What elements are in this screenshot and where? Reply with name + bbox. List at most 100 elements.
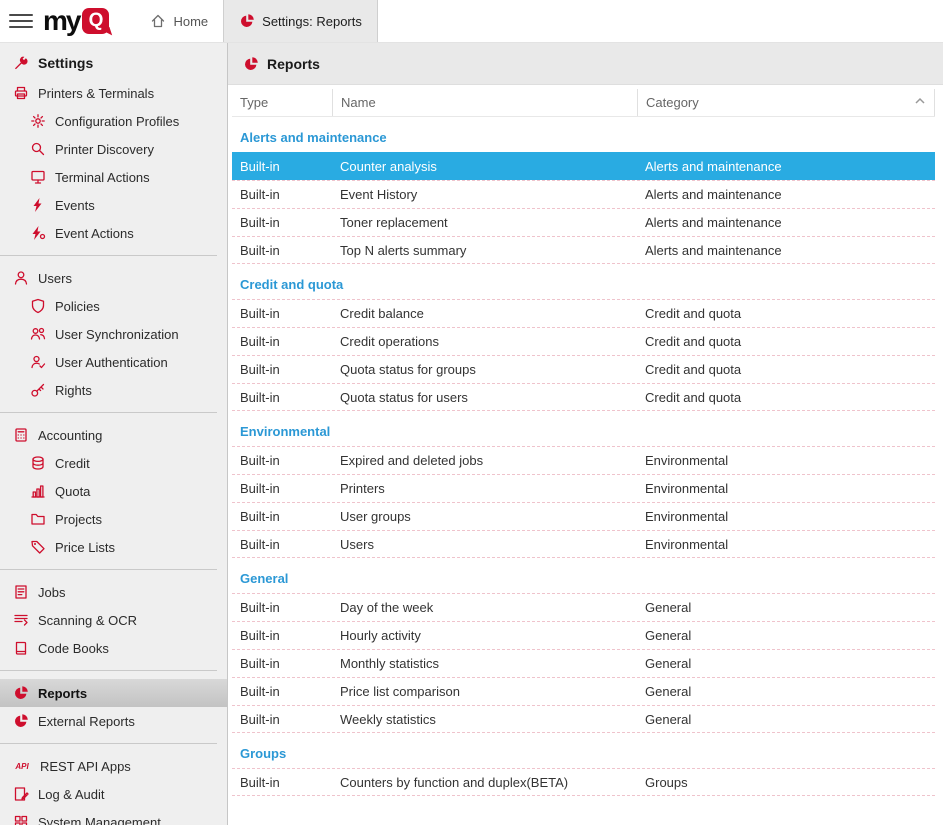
cell-category: Credit and quota <box>637 390 935 405</box>
sidebar-item-printers-terminals[interactable]: Printers & Terminals <box>0 79 227 107</box>
table-row[interactable]: Built-in Users Environmental <box>232 530 935 558</box>
table-row[interactable]: Built-in Day of the week General <box>232 593 935 621</box>
cell-type: Built-in <box>232 215 332 230</box>
folder-icon <box>30 511 46 527</box>
sidebar-item-accounting[interactable]: Accounting <box>0 421 227 449</box>
page-title: Reports <box>267 56 320 72</box>
group-header: Credit and quota <box>232 264 935 299</box>
sidebar-item-code-books[interactable]: Code Books <box>0 634 227 662</box>
reports-pie-icon <box>239 13 255 29</box>
cell-type: Built-in <box>232 628 332 643</box>
sidebar-item-scanning-ocr[interactable]: Scanning & OCR <box>0 606 227 634</box>
table-row[interactable]: Built-in Quota status for users Credit a… <box>232 383 935 411</box>
lightning-action-icon <box>30 225 46 241</box>
column-header-type[interactable]: Type <box>232 89 332 116</box>
cell-category: Groups <box>637 775 935 790</box>
cell-type: Built-in <box>232 390 332 405</box>
myq-logo[interactable]: my Q <box>43 0 109 42</box>
table-row[interactable]: Built-in Quota status for groups Credit … <box>232 355 935 383</box>
sidebar-divider <box>0 255 217 256</box>
book-icon <box>13 640 29 656</box>
sidebar-item-system-management[interactable]: System Management <box>0 808 227 825</box>
table-row[interactable]: Built-in Credit balance Credit and quota <box>232 299 935 327</box>
sidebar-item-printer-discovery[interactable]: Printer Discovery <box>0 135 227 163</box>
table-row[interactable]: Built-in Event History Alerts and mainte… <box>232 180 935 208</box>
sidebar-divider <box>0 743 217 744</box>
sidebar-item-configuration-profiles[interactable]: Configuration Profiles <box>0 107 227 135</box>
document-icon <box>13 584 29 600</box>
sidebar-item-log-audit[interactable]: Log & Audit <box>0 780 227 808</box>
sidebar-item-user-synchronization[interactable]: User Synchronization <box>0 320 227 348</box>
sidebar-item-projects[interactable]: Projects <box>0 505 227 533</box>
sidebar-item-rest-api-apps[interactable]: API REST API Apps <box>0 752 227 780</box>
cell-category: General <box>637 684 935 699</box>
table-row[interactable]: Built-in Weekly statistics General <box>232 705 935 733</box>
table-row[interactable]: Built-in Toner replacement Alerts and ma… <box>232 208 935 236</box>
cell-category: Environmental <box>637 481 935 496</box>
table-row[interactable]: Built-in Top N alerts summary Alerts and… <box>232 236 935 264</box>
cell-category: Alerts and maintenance <box>637 187 935 202</box>
cell-type: Built-in <box>232 243 332 258</box>
table-row[interactable]: Built-in Credit operations Credit and qu… <box>232 327 935 355</box>
sidebar-item-price-lists[interactable]: Price Lists <box>0 533 227 561</box>
grid-icon <box>13 814 29 825</box>
table-row[interactable]: Built-in Printers Environmental <box>232 474 935 502</box>
cell-category: Environmental <box>637 509 935 524</box>
cell-category: Alerts and maintenance <box>637 215 935 230</box>
cell-name: Day of the week <box>332 600 637 615</box>
column-header-category[interactable]: Category <box>637 89 935 116</box>
sidebar-item-user-authentication[interactable]: User Authentication <box>0 348 227 376</box>
sidebar-item-external-reports[interactable]: External Reports <box>0 707 227 735</box>
users-sync-icon <box>30 326 46 342</box>
cell-category: General <box>637 712 935 727</box>
cell-type: Built-in <box>232 509 332 524</box>
top-bar: my Q Home Settings: Reports <box>0 0 943 43</box>
sidebar-divider <box>0 412 217 413</box>
cell-category: Alerts and maintenance <box>637 243 935 258</box>
terminal-icon <box>30 169 46 185</box>
cell-type: Built-in <box>232 306 332 321</box>
sidebar-item-reports[interactable]: Reports <box>0 679 227 707</box>
sidebar-item-users[interactable]: Users <box>0 264 227 292</box>
table-row[interactable]: Built-in User groups Environmental <box>232 502 935 530</box>
sidebar-item-event-actions[interactable]: Event Actions <box>0 219 227 247</box>
hamburger-menu-icon[interactable] <box>9 0 33 42</box>
home-icon <box>150 13 166 29</box>
sidebar-item-policies[interactable]: Policies <box>0 292 227 320</box>
cell-name: Price list comparison <box>332 684 637 699</box>
table-row[interactable]: Built-in Counters by function and duplex… <box>232 768 935 796</box>
group-header: Alerts and maintenance <box>232 117 935 152</box>
sort-ascending-icon[interactable] <box>914 95 926 110</box>
sidebar-item-quota[interactable]: Quota <box>0 477 227 505</box>
table-row[interactable]: Built-in Expired and deleted jobs Enviro… <box>232 446 935 474</box>
reports-pie-icon <box>13 685 29 701</box>
table-row[interactable]: Built-in Monthly statistics General <box>232 649 935 677</box>
reports-pie-icon <box>243 56 259 72</box>
table-row[interactable]: Built-in Counter analysis Alerts and mai… <box>232 152 935 180</box>
table-row[interactable]: Built-in Price list comparison General <box>232 677 935 705</box>
tag-icon <box>30 539 46 555</box>
tab-settings-label: Settings: Reports <box>262 14 362 29</box>
tab-settings-reports[interactable]: Settings: Reports <box>223 0 378 42</box>
sidebar-item-jobs[interactable]: Jobs <box>0 578 227 606</box>
sidebar-item-events[interactable]: Events <box>0 191 227 219</box>
cell-name: Top N alerts summary <box>332 243 637 258</box>
coins-icon <box>30 455 46 471</box>
sidebar-item-credit[interactable]: Credit <box>0 449 227 477</box>
scan-lines-icon <box>13 612 29 628</box>
cell-type: Built-in <box>232 159 332 174</box>
sidebar-item-rights[interactable]: Rights <box>0 376 227 404</box>
cell-name: User groups <box>332 509 637 524</box>
table-header: Type Name Category <box>232 89 935 117</box>
cell-name: Monthly statistics <box>332 656 637 671</box>
cell-name: Hourly activity <box>332 628 637 643</box>
api-icon: API <box>13 758 31 774</box>
key-icon <box>30 382 46 398</box>
sidebar-item-terminal-actions[interactable]: Terminal Actions <box>0 163 227 191</box>
cell-type: Built-in <box>232 656 332 671</box>
tab-home[interactable]: Home <box>135 0 223 42</box>
cell-name: Counter analysis <box>332 159 637 174</box>
table-row[interactable]: Built-in Hourly activity General <box>232 621 935 649</box>
tab-home-label: Home <box>173 14 208 29</box>
column-header-name[interactable]: Name <box>332 89 637 116</box>
